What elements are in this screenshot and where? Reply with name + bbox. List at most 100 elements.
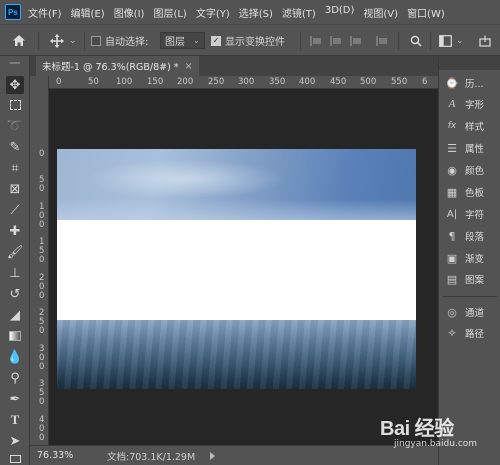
- path-selection-tool[interactable]: ➤: [6, 432, 24, 450]
- workspace-icon: [439, 34, 452, 47]
- panel-character[interactable]: A| 字符: [445, 204, 484, 224]
- right-panel-dock: ⌚ 历... A 字形 fx 样式 ☰ 属性 ◉ 颜色 ▦ 色板 A| 字符 ¶…: [438, 56, 500, 465]
- quick-select-tool[interactable]: ✎: [6, 138, 24, 156]
- canvas-area[interactable]: [49, 89, 438, 445]
- ruler-label: 0: [39, 149, 45, 159]
- shape-tool[interactable]: [6, 450, 24, 465]
- menu-type[interactable]: 文字(Y): [196, 5, 230, 20]
- panel-label: 色板: [465, 188, 485, 199]
- ruler-label: 300: [238, 77, 255, 87]
- main-menu: 文件(F) 编辑(E) 图像(I) 图层(L) 文字(Y) 选择(S) 滤镜(T…: [28, 5, 454, 20]
- history-icon: ⌚: [445, 76, 459, 90]
- ruler-label: 450: [330, 77, 347, 87]
- bandage-icon: ✚: [9, 223, 21, 239]
- panel-history[interactable]: ⌚ 历...: [445, 73, 483, 93]
- blur-tool[interactable]: 💧: [6, 348, 24, 366]
- panel-label: 段落: [465, 232, 485, 243]
- align-left-icon[interactable]: [310, 35, 322, 46]
- vertical-ruler[interactable]: 0 5 0 1 0 0 1 5 0 2 0 0 2 5 0 3 0 0 3 5 …: [36, 89, 49, 445]
- type-tool[interactable]: T: [6, 411, 24, 429]
- align-center-icon[interactable]: [330, 35, 342, 46]
- crop-icon: ⌗: [11, 160, 19, 176]
- panel-patterns[interactable]: ▤ 图案: [445, 269, 484, 289]
- ruler-label: 0: [39, 433, 45, 443]
- ruler-corner[interactable]: [36, 76, 49, 89]
- menu-file[interactable]: 文件(F): [28, 5, 62, 20]
- properties-icon: ☰: [447, 141, 457, 155]
- share-button[interactable]: [479, 25, 491, 56]
- gradient-tool[interactable]: [6, 327, 24, 345]
- zoom-level[interactable]: 76.33%: [37, 450, 77, 461]
- ruler-label: 0: [39, 184, 45, 194]
- document-canvas[interactable]: [57, 149, 416, 389]
- ruler-label: 0: [39, 326, 45, 336]
- panel-swatches[interactable]: ▦ 色板: [445, 182, 484, 202]
- panel-grip[interactable]: [10, 62, 20, 64]
- paragraph-icon: ¶: [448, 229, 456, 243]
- layer-select-dropdown[interactable]: 图层 ⌄: [160, 32, 205, 49]
- menu-filter[interactable]: 滤镜(T): [282, 5, 316, 20]
- move-tool[interactable]: ✥: [6, 76, 24, 94]
- panel-label: 渐变: [465, 254, 485, 265]
- pen-tool[interactable]: ✒: [6, 390, 24, 408]
- brush-tool[interactable]: 🖌: [6, 243, 24, 261]
- quick-selection-icon: ✎: [9, 139, 21, 155]
- search-icon: [410, 35, 422, 47]
- ruler-label: 50: [88, 77, 99, 87]
- panel-paths[interactable]: ⟡ 路径: [445, 323, 484, 343]
- auto-select-label: 自动选择:: [105, 37, 149, 48]
- menu-layer[interactable]: 图层(L): [153, 5, 186, 20]
- close-icon[interactable]: ×: [185, 61, 193, 72]
- dodge-tool[interactable]: ⚲: [6, 369, 24, 387]
- swatches-icon: ▦: [446, 185, 458, 199]
- crop-tool[interactable]: ⌗: [6, 159, 24, 177]
- panel-channels[interactable]: ◎ 通道: [445, 302, 484, 322]
- clone-stamp-tool[interactable]: ⊥: [6, 264, 24, 282]
- panel-paragraph[interactable]: ¶ 段落: [445, 226, 485, 246]
- chevron-down-icon: ⌄: [456, 35, 464, 46]
- brush-icon: 🖌: [6, 244, 24, 260]
- eyedropper-tool[interactable]: ⟋: [6, 201, 24, 219]
- document-tab[interactable]: 未标题-1 @ 76.3%(RGB/8#) * ×: [36, 56, 199, 76]
- healing-brush-tool[interactable]: ✚: [6, 222, 24, 240]
- lasso-tool[interactable]: ➰: [6, 117, 24, 135]
- menu-edit[interactable]: 编辑(E): [71, 5, 105, 20]
- frame-tool[interactable]: ⊠: [6, 180, 24, 198]
- panel-dock-header[interactable]: [439, 56, 500, 70]
- panel-styles[interactable]: fx 样式: [445, 116, 484, 136]
- tools-panel: ✥ ➰ ✎ ⌗ ⊠ ⟋ ✚ 🖌 ⊥ ↺ ◢ 💧 ⚲ ✒ T ➤: [0, 56, 30, 465]
- panel-glyphs[interactable]: A 字形: [445, 94, 484, 114]
- character-panel-icon: A|: [446, 208, 458, 220]
- photoshop-logo-icon: Ps: [5, 4, 21, 20]
- workspace-button[interactable]: ⌄: [439, 25, 464, 56]
- auto-select-checkbox[interactable]: [91, 35, 101, 46]
- panel-gradients[interactable]: ▣ 渐变: [445, 248, 484, 268]
- align-right-icon[interactable]: [350, 35, 362, 46]
- history-brush-tool[interactable]: ↺: [6, 285, 24, 303]
- dodge-icon: ⚲: [10, 370, 20, 386]
- move-icon: ✥: [9, 77, 21, 93]
- home-button[interactable]: [12, 25, 26, 56]
- eraser-tool[interactable]: ◢: [6, 306, 24, 324]
- document-tab-title: 未标题-1 @ 76.3%(RGB/8#) *: [42, 62, 179, 73]
- align-top-icon[interactable]: [376, 35, 388, 46]
- menu-3d[interactable]: 3D(D): [325, 5, 355, 20]
- move-tool-preset-button[interactable]: ⌄: [50, 25, 77, 56]
- menu-image[interactable]: 图像(I): [114, 5, 145, 20]
- menu-view[interactable]: 视图(V): [363, 5, 398, 20]
- gradient-icon: [9, 331, 21, 341]
- gradient-icon: ▣: [446, 251, 458, 265]
- panel-divider: [443, 296, 497, 297]
- menu-select[interactable]: 选择(S): [239, 5, 273, 20]
- search-button[interactable]: [410, 25, 422, 56]
- panel-properties[interactable]: ☰ 属性: [445, 138, 484, 158]
- white-rectangle-layer: [57, 220, 416, 320]
- horizontal-ruler[interactable]: 0 50 100 150 200 250 300 350 400 450 500…: [36, 76, 438, 89]
- menu-window[interactable]: 窗口(W): [407, 5, 445, 20]
- marquee-tool[interactable]: [6, 96, 24, 114]
- show-transform-checkbox[interactable]: ✓: [211, 35, 221, 46]
- panel-color[interactable]: ◉ 颜色: [445, 160, 484, 180]
- rectangle-icon: [9, 455, 21, 463]
- home-icon: [13, 35, 25, 46]
- status-menu-arrow-icon[interactable]: [210, 452, 215, 460]
